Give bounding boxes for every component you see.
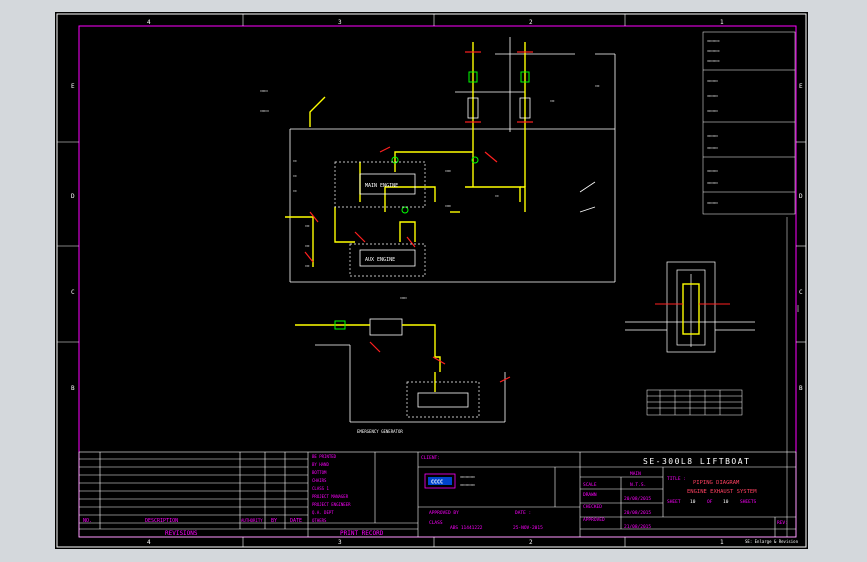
- svg-text:⁞⁞⁞⁞⁞: ⁞⁞⁞⁞⁞: [305, 224, 310, 228]
- print-record-label: PRINT RECORD: [340, 530, 384, 537]
- date-approved-value: 21/08/2015: [624, 524, 651, 530]
- svg-text:⁞⁞⁞⁞⁞⁞⁞⁞⁞⁞⁞⁞⁞: ⁞⁞⁞⁞⁞⁞⁞⁞⁞⁞⁞⁞⁞: [707, 79, 718, 83]
- grid-bottom-2: 2: [529, 539, 533, 546]
- dwg-no-value: MAIN: [630, 471, 641, 477]
- footer-note: SE: Enlarge & Revision: [745, 539, 799, 544]
- print-item-8: OTHERS: [312, 518, 327, 523]
- svg-text:⁞⁞⁞⁞⁞⁞⁞⁞⁞⁞⁞⁞⁞: ⁞⁞⁞⁞⁞⁞⁞⁞⁞⁞⁞⁞⁞: [707, 169, 718, 173]
- revisions-label: REVISIONS: [165, 530, 198, 537]
- svg-text:⁞⁞⁞⁞⁞⁞⁞⁞⁞⁞⁞⁞⁞: ⁞⁞⁞⁞⁞⁞⁞⁞⁞⁞⁞⁞⁞: [707, 134, 718, 138]
- grid-bottom-4: 4: [147, 539, 151, 546]
- svg-text:⁞⁞⁞⁞⁞⁞⁞⁞⁞⁞⁞⁞⁞⁞⁞: ⁞⁞⁞⁞⁞⁞⁞⁞⁞⁞⁞⁞⁞⁞⁞: [707, 39, 720, 43]
- sheet-no-value: 10: [690, 499, 696, 505]
- sheet-of-label: OF: [707, 499, 713, 505]
- grid-right-c: C: [799, 289, 803, 296]
- svg-text:⁞⁞⁞⁞⁞: ⁞⁞⁞⁞⁞: [595, 84, 600, 88]
- sheets-label: SHEETS: [740, 499, 757, 505]
- grid-right-e: E: [799, 83, 803, 90]
- detail-section: [625, 261, 755, 353]
- svg-text:⁞⁞⁞⁞⁞⁞⁞⁞⁞⁞⁞⁞⁞⁞⁞: ⁞⁞⁞⁞⁞⁞⁞⁞⁞⁞⁞⁞⁞⁞⁞: [707, 59, 720, 63]
- print-item-7: Q.A. DEPT: [312, 510, 334, 515]
- svg-text:⁞⁞⁞⁞⁞⁞⁞⁞⁞⁞⁞⁞⁞: ⁞⁞⁞⁞⁞⁞⁞⁞⁞⁞⁞⁞⁞: [707, 146, 718, 150]
- print-item-1: BY HAND: [312, 462, 329, 467]
- print-item-4: CLASS 1: [312, 486, 329, 491]
- emergency-gen-box: [417, 392, 469, 408]
- svg-text:⁞⁞⁞⁞: ⁞⁞⁞⁞: [293, 159, 297, 163]
- svg-text:⁞⁞⁞⁞⁞: ⁞⁞⁞⁞⁞: [305, 244, 310, 248]
- rev-date-header: DATE: [290, 518, 302, 524]
- print-item-3: CHAIRS: [312, 478, 327, 483]
- grid-left-e: E: [71, 83, 75, 90]
- svg-text:⁞⁞⁞⁞⁞⁞⁞⁞⁞⁞⁞⁞⁞: ⁞⁞⁞⁞⁞⁞⁞⁞⁞⁞⁞⁞⁞: [707, 109, 718, 113]
- project-title: SE-300L8 LIFTBOAT: [643, 457, 750, 466]
- svg-text:⁞⁞⁞⁞⁞⁞⁞: ⁞⁞⁞⁞⁞⁞⁞: [445, 169, 451, 173]
- title-label: TITLE :: [667, 476, 686, 482]
- sheet-of-value: 10: [723, 499, 729, 505]
- date-label: DATE :: [515, 510, 531, 516]
- rev-no-header: NO.: [83, 518, 92, 524]
- grid-left-c: C: [71, 289, 75, 296]
- aux-engine-label: AUX ENGINE: [365, 257, 395, 263]
- company-logo: CCCC ⁞⁞⁞⁞⁞⁞⁞⁞⁞⁞⁞⁞⁞⁞⁞⁞⁞⁞ ⁞⁞⁞⁞⁞⁞⁞⁞⁞⁞⁞⁞⁞⁞⁞⁞…: [424, 473, 475, 489]
- drawing-title-line2: ENGINE EXHAUST SYSTEM: [687, 489, 757, 495]
- svg-text:⁞⁞⁞⁞⁞⁞⁞⁞⁞⁞⁞⁞⁞: ⁞⁞⁞⁞⁞⁞⁞⁞⁞⁞⁞⁞⁞: [707, 181, 718, 185]
- print-item-5: PROJECT MANAGER: [312, 494, 349, 499]
- grid-left-d: D: [71, 193, 75, 200]
- svg-text:⁞⁞⁞⁞⁞⁞⁞⁞⁞⁞⁞⁞⁞: ⁞⁞⁞⁞⁞⁞⁞⁞⁞⁞⁞⁞⁞: [707, 94, 718, 98]
- grid-left-b: B: [71, 385, 75, 392]
- grid-top-4: 4: [147, 19, 151, 26]
- schedule-table: [646, 389, 743, 416]
- cad-viewport[interactable]: 4 3 2 1 4 3 2 1 E D C B E D C B MAIN ENG…: [0, 0, 867, 562]
- rev-by-header: BY: [271, 518, 277, 524]
- svg-text:⁞⁞⁞⁞⁞⁞⁞⁞⁞⁞⁞⁞⁞⁞⁞⁞⁞⁞: ⁞⁞⁞⁞⁞⁞⁞⁞⁞⁞⁞⁞⁞⁞⁞⁞⁞⁞: [460, 483, 475, 487]
- svg-text:⁞⁞⁞⁞: ⁞⁞⁞⁞: [293, 174, 297, 178]
- drawing-title-line1: PIPING DIAGRAM: [693, 480, 740, 486]
- svg-text:⁞⁞⁞⁞⁞⁞⁞: ⁞⁞⁞⁞⁞⁞⁞: [445, 204, 451, 208]
- svg-text:⁞⁞⁞⁞⁞: ⁞⁞⁞⁞⁞: [550, 99, 555, 103]
- emergency-gen-label: EMERGENCY GENERATOR: [357, 429, 403, 434]
- svg-text:⁞⁞⁞⁞⁞⁞⁞⁞⁞: ⁞⁞⁞⁞⁞⁞⁞⁞⁞: [260, 89, 268, 93]
- checked-label: CHECKED: [583, 504, 602, 510]
- rev-authority-header: AUTHORITY: [241, 518, 263, 523]
- svg-text:⁞⁞⁞⁞⁞⁞⁞⁞⁞⁞⁞⁞⁞⁞⁞⁞⁞⁞: ⁞⁞⁞⁞⁞⁞⁞⁞⁞⁞⁞⁞⁞⁞⁞⁞⁞⁞: [460, 475, 475, 479]
- grid-top-3: 3: [338, 19, 342, 26]
- date-drawn-value: 20/08/2015: [624, 496, 651, 502]
- rev-label: REV:: [777, 520, 788, 526]
- client-label: CLIENT:: [421, 455, 440, 461]
- piping-diagram-emergency: EMERGENCY GENERATOR: [295, 318, 511, 434]
- svg-text:⁞⁞⁞⁞: ⁞⁞⁞⁞: [495, 194, 499, 198]
- svg-text:CCCC: CCCC: [431, 480, 443, 486]
- svg-text:⁞⁞⁞⁞⁞⁞⁞⁞⁞⁞: ⁞⁞⁞⁞⁞⁞⁞⁞⁞⁞: [260, 109, 269, 113]
- scale-label: SCALE: [583, 482, 597, 488]
- approved-date-value: 25-NOV-2015: [513, 525, 543, 531]
- print-item-0: BE PRINTED: [312, 454, 337, 459]
- svg-text:⁞⁞⁞⁞⁞: ⁞⁞⁞⁞⁞: [305, 264, 310, 268]
- drawing-sheet[interactable]: 4 3 2 1 4 3 2 1 E D C B E D C B MAIN ENG…: [55, 12, 808, 549]
- grid-top-1: 1: [720, 19, 724, 26]
- grid-right-b: B: [799, 385, 803, 392]
- class-label: CLASS: [429, 520, 443, 526]
- main-engine-label: MAIN ENGINE: [365, 183, 398, 189]
- class-value: ABS 11441222: [450, 525, 483, 531]
- grid-bottom-1: 1: [720, 539, 724, 546]
- date-checked-value: 20/08/2015: [624, 510, 651, 516]
- svg-text:⁞⁞⁞⁞⁞⁞⁞⁞⁞⁞⁞⁞⁞: ⁞⁞⁞⁞⁞⁞⁞⁞⁞⁞⁞⁞⁞: [707, 201, 718, 205]
- drawing-canvas: 4 3 2 1 4 3 2 1 E D C B E D C B MAIN ENG…: [56, 13, 807, 548]
- svg-text:⁞⁞⁞⁞⁞⁞⁞⁞⁞⁞⁞⁞⁞⁞⁞: ⁞⁞⁞⁞⁞⁞⁞⁞⁞⁞⁞⁞⁞⁞⁞: [707, 49, 720, 53]
- rev-desc-header: DESCRIPTION: [145, 518, 178, 524]
- svg-text:⁞⁞⁞⁞⁞⁞⁞⁞: ⁞⁞⁞⁞⁞⁞⁞⁞: [400, 296, 407, 300]
- sheet-label: SHEET: [667, 499, 681, 505]
- grid-right-d: D: [799, 193, 803, 200]
- scale-value: N.T.S.: [630, 482, 646, 488]
- svg-text:⁞⁞⁞⁞⁞⁞⁞: ⁞⁞⁞⁞⁞⁞⁞: [796, 305, 800, 312]
- print-item-6: PROJECT ENGINEER: [312, 502, 351, 507]
- approved-by-label: APPROVED BY: [429, 510, 459, 516]
- svg-text:⁞⁞⁞⁞: ⁞⁞⁞⁞: [293, 189, 297, 193]
- grid-bottom-3: 3: [338, 539, 342, 546]
- piping-diagram-main: MAIN ENGINE AUX ENGINE ⁞⁞⁞⁞⁞⁞⁞⁞⁞ ⁞⁞⁞⁞⁞⁞⁞…: [260, 37, 616, 300]
- approved-label: APPROVED: [583, 517, 605, 523]
- drawn-label: DRAWN: [583, 492, 597, 498]
- print-item-2: BOTTOM: [312, 470, 327, 475]
- grid-top-2: 2: [529, 19, 533, 26]
